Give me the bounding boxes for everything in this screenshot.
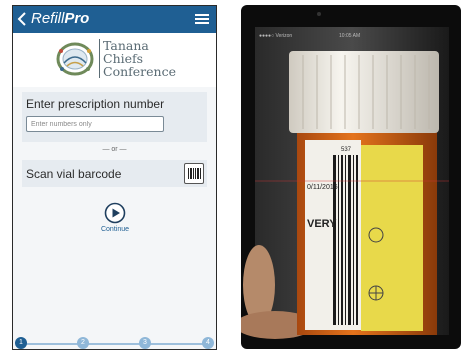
scan-vial-row[interactable]: Scan vial barcode — [22, 160, 207, 187]
prescription-label: Enter prescription number — [26, 97, 165, 111]
label-text-date: 0/11/2016 — [307, 184, 338, 191]
play-circle-icon[interactable] — [104, 202, 126, 224]
step-3: 3 — [139, 337, 151, 349]
label-text-very: VERY — [307, 218, 337, 230]
logo-line-3: Conference — [99, 65, 176, 78]
step-1: 1 — [15, 337, 27, 349]
progress-line — [21, 343, 208, 345]
camera-status-carrier: ●●●●○ Verizon — [259, 33, 292, 39]
camera-phone: ●●●●○ Verizon 10:05 AM 537 0/11/2016 VER… — [241, 5, 461, 349]
continue-label: Continue — [100, 226, 130, 233]
camera-status-time: 10:05 AM — [339, 33, 360, 39]
step-4: 4 — [202, 337, 214, 349]
app-header: RefillPro — [13, 6, 216, 33]
tanana-chiefs-logo: Tanana Chiefs Conference — [13, 33, 216, 87]
warning-sticker — [361, 145, 423, 331]
camera-view: ●●●●○ Verizon 10:05 AM 537 0/11/2016 VER… — [241, 12, 449, 339]
continue-button[interactable]: Continue — [101, 202, 129, 242]
scan-vial-label: Scan vial barcode — [26, 167, 122, 181]
prescription-number-input[interactable] — [26, 116, 164, 132]
logo-wordmark: Tanana Chiefs Conference — [99, 39, 176, 78]
chevron-left-icon[interactable] — [16, 10, 28, 28]
app-title-prefix: Refill — [31, 10, 65, 27]
step-2: 2 — [77, 337, 89, 349]
app-title-suffix: Pro — [64, 10, 90, 27]
label-text-537: 537 — [341, 147, 352, 153]
app-title: RefillPro — [31, 10, 89, 28]
hamburger-menu-icon[interactable] — [195, 14, 209, 24]
or-divider: — or — — [102, 146, 127, 153]
seal-icon — [56, 42, 94, 76]
refillpro-screen: RefillPro Tanana Chiefs Conference Enter… — [12, 5, 217, 350]
bottle-cap — [289, 51, 439, 133]
step-progress: 1 2 3 4 — [13, 336, 216, 349]
front-camera-icon — [317, 12, 321, 16]
prescription-panel: Enter prescription number — [22, 92, 207, 142]
barcode-icon[interactable] — [184, 163, 204, 184]
